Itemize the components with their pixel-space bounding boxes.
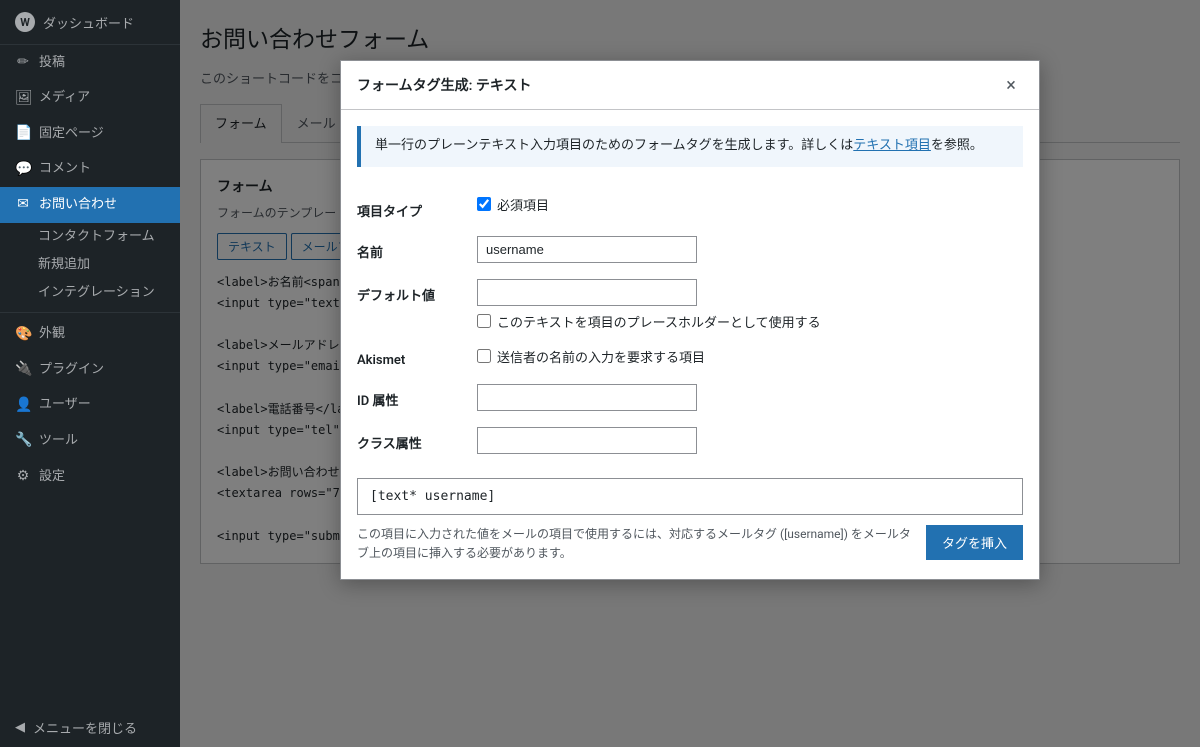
sidebar-item-users[interactable]: 👤 ユーザー [0,388,180,424]
sidebar-item-label: 外観 [39,325,65,343]
akismet-field-cell: 送信者の名前の入力を要求する項目 [477,347,1023,366]
modal-info-link[interactable]: テキスト項目 [853,138,931,153]
tag-preview-section: この項目に入力された値をメールの項目で使用するには、対応するメールタグ ([us… [357,478,1023,563]
sidebar-item-posts[interactable]: ✏ 投稿 [0,45,180,81]
placeholder-checkbox-row: このテキストを項目のプレースホルダーとして使用する [477,312,1023,331]
item-type-label: 項目タイプ [357,195,477,220]
default-field-cell: このテキストを項目のプレースホルダーとして使用する [477,279,1023,331]
sidebar-item-media[interactable]: 🖼 メディア [0,81,180,117]
sidebar-item-label: ユーザー [39,396,91,414]
akismet-row: Akismet 送信者の名前の入力を要求する項目 [357,339,1023,376]
id-row: ID 属性 [357,376,1023,419]
media-icon: 🖼 [15,89,31,109]
class-label: クラス属性 [357,427,477,452]
sidebar-item-new[interactable]: 新規追加 [30,251,180,279]
modal-close-button[interactable]: × [999,73,1023,97]
modal-body: 単一行のプレーンテキスト入力項目のためのフォームタグを生成します。詳しくはテキス… [341,110,1039,579]
modal-footer-note: この項目に入力された値をメールの項目で使用するには、対応するメールタグ ([us… [357,525,914,563]
sidebar-item-plugins[interactable]: 🔌 プラグイン [0,352,180,388]
akismet-checkbox[interactable] [477,349,491,363]
wordpress-icon: W [15,12,35,32]
sidebar-item-contact[interactable]: ✉ お問い合わせ [0,187,180,223]
akismet-checkbox-label: 送信者の名前の入力を要求する項目 [497,347,705,366]
item-type-field: 必須項目 [477,195,1023,214]
modal-info-text: 単一行のプレーンテキスト入力項目のためのフォームタグを生成します。詳しくは [375,138,853,153]
settings-icon: ⚙ [15,467,31,487]
id-input[interactable] [477,384,697,411]
comments-icon: 💬 [15,160,31,180]
modal-info-suffix: を参照。 [931,138,983,153]
sidebar-logo[interactable]: W ダッシュボード [0,0,180,45]
sidebar-item-label: インテグレーション [38,284,155,302]
tools-icon: 🔧 [15,431,31,451]
placeholder-checkbox-label: このテキストを項目のプレースホルダーとして使用する [497,312,821,331]
name-field-cell [477,236,1023,263]
name-label: 名前 [357,236,477,261]
required-checkbox[interactable] [477,197,491,211]
required-checkbox-label: 必須項目 [497,195,549,214]
modal-overlay[interactable]: フォームタグ生成: テキスト × 単一行のプレーンテキスト入力項目のためのフォー… [180,0,1200,747]
sidebar-item-label: コンタクトフォーム [38,228,155,246]
sidebar-item-label: 設定 [39,468,65,486]
class-row: クラス属性 [357,419,1023,462]
sidebar-item-pages[interactable]: 📄 固定ページ [0,116,180,152]
name-input[interactable] [477,236,697,263]
posts-icon: ✏ [15,53,31,73]
class-input[interactable] [477,427,697,454]
sidebar-item-tools[interactable]: 🔧 ツール [0,423,180,459]
sidebar-item-label: 投稿 [39,54,65,72]
sidebar-item-label: お問い合わせ [39,196,117,214]
default-input[interactable] [477,279,697,306]
sidebar-item-integration[interactable]: インテグレーション [30,279,180,307]
class-field-cell [477,427,1023,454]
default-row: デフォルト値 このテキストを項目のプレースホルダーとして使用する [357,271,1023,339]
sidebar-item-label: メディア [39,89,90,107]
appearance-icon: 🎨 [15,325,31,345]
pages-icon: 📄 [15,124,31,144]
main-area: お問い合わせフォーム このショートコードをコピーして [contact-form… [180,0,1200,747]
name-row: 名前 [357,228,1023,271]
close-menu-button[interactable]: ◀ メニューを閉じる [0,708,180,747]
insert-tag-button[interactable]: タグを挿入 [926,525,1023,560]
sidebar-item-comments[interactable]: 💬 コメント [0,152,180,188]
sidebar-submenu-contact: コンタクトフォーム 新規追加 インテグレーション [0,223,180,308]
akismet-checkbox-row: 送信者の名前の入力を要求する項目 [477,347,1023,366]
contact-icon: ✉ [15,195,31,215]
akismet-label: Akismet [357,347,477,368]
modal-title: フォームタグ生成: テキスト [357,75,531,95]
sidebar-item-label: コメント [39,160,91,178]
modal-info: 単一行のプレーンテキスト入力項目のためのフォームタグを生成します。詳しくはテキス… [357,126,1023,167]
close-menu-label: メニューを閉じる [33,718,137,737]
sidebar-item-label: ツール [39,432,78,450]
id-label: ID 属性 [357,384,477,409]
users-icon: 👤 [15,396,31,416]
sidebar-item-settings[interactable]: ⚙ 設定 [0,459,180,495]
sidebar-item-contact-forms[interactable]: コンタクトフォーム [30,223,180,251]
sidebar-item-appearance[interactable]: 🎨 外観 [0,317,180,353]
item-type-row: 項目タイプ 必須項目 [357,187,1023,228]
id-field-cell [477,384,1023,411]
sidebar-separator [0,312,180,313]
placeholder-checkbox[interactable] [477,314,491,328]
close-menu-icon: ◀ [15,720,25,735]
required-checkbox-row: 必須項目 [477,195,1023,214]
sidebar-logo-label: ダッシュボード [43,13,134,32]
modal-footer-row: この項目に入力された値をメールの項目で使用するには、対応するメールタグ ([us… [357,525,1023,563]
sidebar: W ダッシュボード ✏ 投稿 🖼 メディア 📄 固定ページ 💬 コメント ✉ お… [0,0,180,747]
sidebar-item-label: プラグイン [39,361,104,379]
sidebar-item-label: 新規追加 [38,256,90,274]
plugins-icon: 🔌 [15,360,31,380]
modal-header: フォームタグ生成: テキスト × [341,61,1039,110]
sidebar-item-label: 固定ページ [39,125,104,143]
default-label: デフォルト値 [357,279,477,304]
modal-dialog: フォームタグ生成: テキスト × 単一行のプレーンテキスト入力項目のためのフォー… [340,60,1040,580]
tag-preview-input[interactable] [357,478,1023,515]
